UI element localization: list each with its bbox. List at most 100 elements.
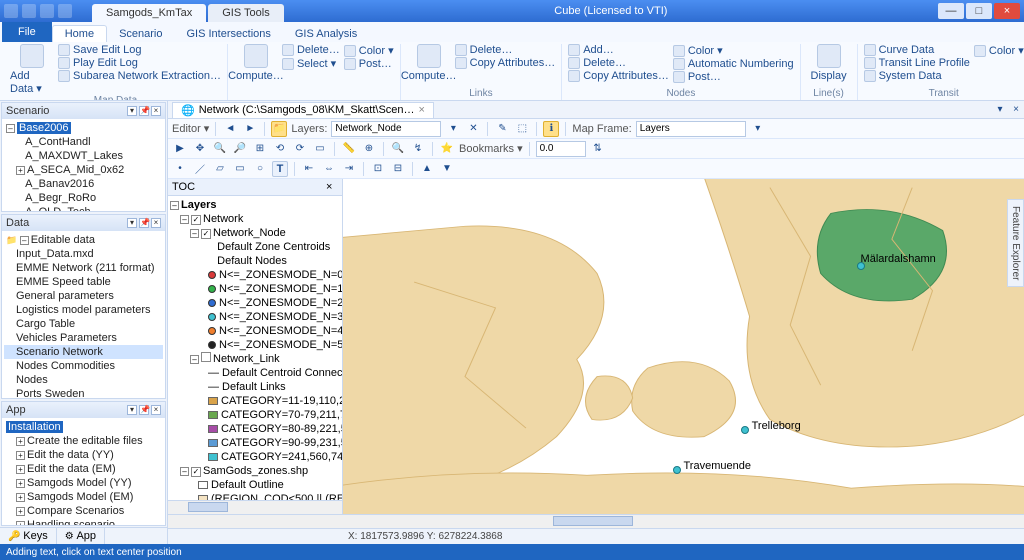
tab-gis-analysis[interactable]: GIS Analysis (283, 26, 369, 42)
toc-hscrollbar[interactable] (168, 500, 343, 514)
next-extent-icon[interactable]: ⟳ (292, 141, 308, 157)
post-node[interactable]: Post… (673, 71, 794, 83)
toc-nl-item[interactable]: CATEGORY=80-89,221,540,580-589,5e (170, 422, 340, 436)
clear-icon[interactable]: ✕ (465, 121, 481, 137)
identify-icon[interactable]: ℹ (543, 121, 559, 137)
panel-pin-icon[interactable]: 📌 (139, 218, 149, 228)
display-lines[interactable]: Display (807, 44, 851, 82)
toc-nn-item[interactable]: Default Nodes (170, 254, 340, 268)
copy-attributes-links[interactable]: Copy Attributes… (455, 57, 556, 69)
data-item[interactable]: Vehicles Parameters (4, 331, 163, 345)
delete-links[interactable]: Delete… (282, 44, 340, 56)
zoom-in-icon[interactable]: 🔍 (212, 141, 228, 157)
curve-data[interactable]: Curve Data (864, 44, 970, 56)
copy-attributes-nodes[interactable]: Copy Attributes… (568, 70, 669, 82)
group-icon[interactable]: ⊡ (370, 161, 386, 177)
add-data-button[interactable]: Add Data ▾ (10, 44, 54, 95)
port-dot-malardalshamn[interactable] (857, 262, 865, 270)
toc-zone-item[interactable]: (REGION_COD<500 || (REGION_COD>19 (170, 492, 340, 500)
tool-b-icon[interactable]: ⬚ (514, 121, 530, 137)
ungroup-icon[interactable]: ⊟ (390, 161, 406, 177)
map-hscrollbar[interactable] (168, 514, 1024, 528)
delete-generic[interactable]: Delete… (455, 44, 556, 56)
editor-dropdown[interactable]: Editor ▾ (172, 122, 209, 135)
toc-layers[interactable]: –Layers (170, 198, 340, 212)
full-extent-icon[interactable]: ⊞ (252, 141, 268, 157)
app-item[interactable]: +Samgods Model (EM) (4, 490, 163, 504)
panel-menu-icon[interactable]: ▾ (127, 218, 137, 228)
zoom-out-icon[interactable]: 🔎 (232, 141, 248, 157)
measure-icon[interactable]: 📏 (341, 141, 357, 157)
toc-nl-item[interactable]: CATEGORY=241,560,741;Air (170, 450, 340, 464)
save-edit-log[interactable]: Save Edit Log (58, 44, 221, 56)
panel-pin-icon[interactable]: 📌 (139, 405, 149, 415)
qat-save[interactable] (22, 4, 36, 18)
transit-color[interactable]: Color ▾ (974, 44, 1024, 57)
scenario-item[interactable]: A_Banav2016 (4, 177, 163, 191)
data-item[interactable]: Nodes (4, 373, 163, 387)
file-tab[interactable]: File (2, 22, 52, 42)
layers-input[interactable] (331, 121, 441, 137)
data-item[interactable]: EMME Speed table (4, 275, 163, 289)
bottom-tab-app[interactable]: ⚙ App (57, 528, 105, 544)
toc-zones[interactable]: –SamGods_zones.shp (170, 464, 340, 478)
auto-numbering[interactable]: Automatic Numbering (673, 58, 794, 70)
toc-nl-item[interactable]: — Default Centroid Connectors (170, 366, 340, 380)
send-back-icon[interactable]: ▼ (439, 161, 455, 177)
data-item[interactable]: General parameters (4, 289, 163, 303)
find-icon[interactable]: 🔍 (390, 141, 406, 157)
app-item[interactable]: +Samgods Model (YY) (4, 476, 163, 490)
prev-extent-icon[interactable]: ⟲ (272, 141, 288, 157)
toc-network-link[interactable]: –Network_Link (170, 352, 340, 366)
panel-close-icon[interactable]: × (151, 218, 161, 228)
delete-node[interactable]: Delete… (568, 57, 669, 69)
toc-nn-item[interactable]: N<=_ZONESMODE_N=5;Airport (170, 338, 340, 352)
app-item[interactable]: +Handling scenario (4, 518, 163, 525)
scenario-item[interactable]: +A_SECA_Mid_0x62 (4, 163, 163, 177)
folder-icon[interactable]: 📁 (271, 121, 287, 137)
window-close[interactable]: × (994, 3, 1020, 19)
app-install[interactable]: Installation (4, 420, 163, 434)
toc-network[interactable]: –Network (170, 212, 340, 226)
doc-close-icon[interactable]: × (1008, 102, 1024, 118)
qat-undo[interactable] (40, 4, 54, 18)
draw-text-icon[interactable]: T (272, 161, 288, 177)
align-right-icon[interactable]: ⇥ (341, 161, 357, 177)
system-data[interactable]: System Data (864, 70, 970, 82)
draw-poly-icon[interactable]: ▱ (212, 161, 228, 177)
toc-nn-item[interactable]: Default Zone Centroids (170, 240, 340, 254)
data-item[interactable]: Scenario Network (4, 345, 163, 359)
panel-menu-icon[interactable]: ▾ (127, 106, 137, 116)
tool-a-icon[interactable]: ✎ (494, 121, 510, 137)
toc-close-icon[interactable]: × (326, 181, 338, 193)
app-item[interactable]: +Edit the data (YY) (4, 448, 163, 462)
tab-scenario[interactable]: Scenario (107, 26, 174, 42)
color-node[interactable]: Color ▾ (673, 44, 794, 57)
toc-nn-item[interactable]: N<=_ZONESMODE_N=3;Port (170, 310, 340, 324)
toc-network-node[interactable]: –Network_Node (170, 226, 340, 240)
context-tab-gis[interactable]: GIS Tools (208, 4, 284, 22)
port-dot-trelleborg[interactable] (741, 426, 749, 434)
feature-explorer-tab[interactable]: Feature Explorer (1007, 199, 1024, 287)
data-root[interactable]: –Editable data (4, 233, 163, 247)
qat-redo[interactable] (58, 4, 72, 18)
pointer-icon[interactable]: ▶ (172, 141, 188, 157)
layers-dropdown-icon[interactable]: ▾ (445, 121, 461, 137)
data-item[interactable]: Logistics model parameters (4, 303, 163, 317)
toc-nl-item[interactable]: CATEGORY=70-79,211,711,570-579,67 (170, 408, 340, 422)
bookmarks-dropdown[interactable]: Bookmarks ▾ (459, 142, 523, 155)
close-icon[interactable]: × (419, 104, 425, 116)
map-canvas[interactable]: MälardalshamnTrelleborgTravemuende Featu… (343, 179, 1024, 514)
toc-nn-item[interactable]: N<=_ZONESMODE_N=0;Zones (170, 268, 340, 282)
align-center-icon[interactable]: ⇔ (321, 161, 337, 177)
panel-close-icon[interactable]: × (151, 106, 161, 116)
compute-links[interactable]: Compute… (234, 44, 278, 82)
color-links[interactable]: Color ▾ (344, 44, 394, 57)
bottom-tab-keys[interactable]: 🔑 Keys (0, 528, 57, 544)
port-dot-travemuende[interactable] (673, 466, 681, 474)
data-item[interactable]: Input_Data.mxd (4, 247, 163, 261)
add-node[interactable]: Add… (568, 44, 669, 56)
panel-menu-icon[interactable]: ▾ (127, 405, 137, 415)
transit-profile[interactable]: Transit Line Profile (864, 57, 970, 69)
draw-rect-icon[interactable]: ▭ (232, 161, 248, 177)
